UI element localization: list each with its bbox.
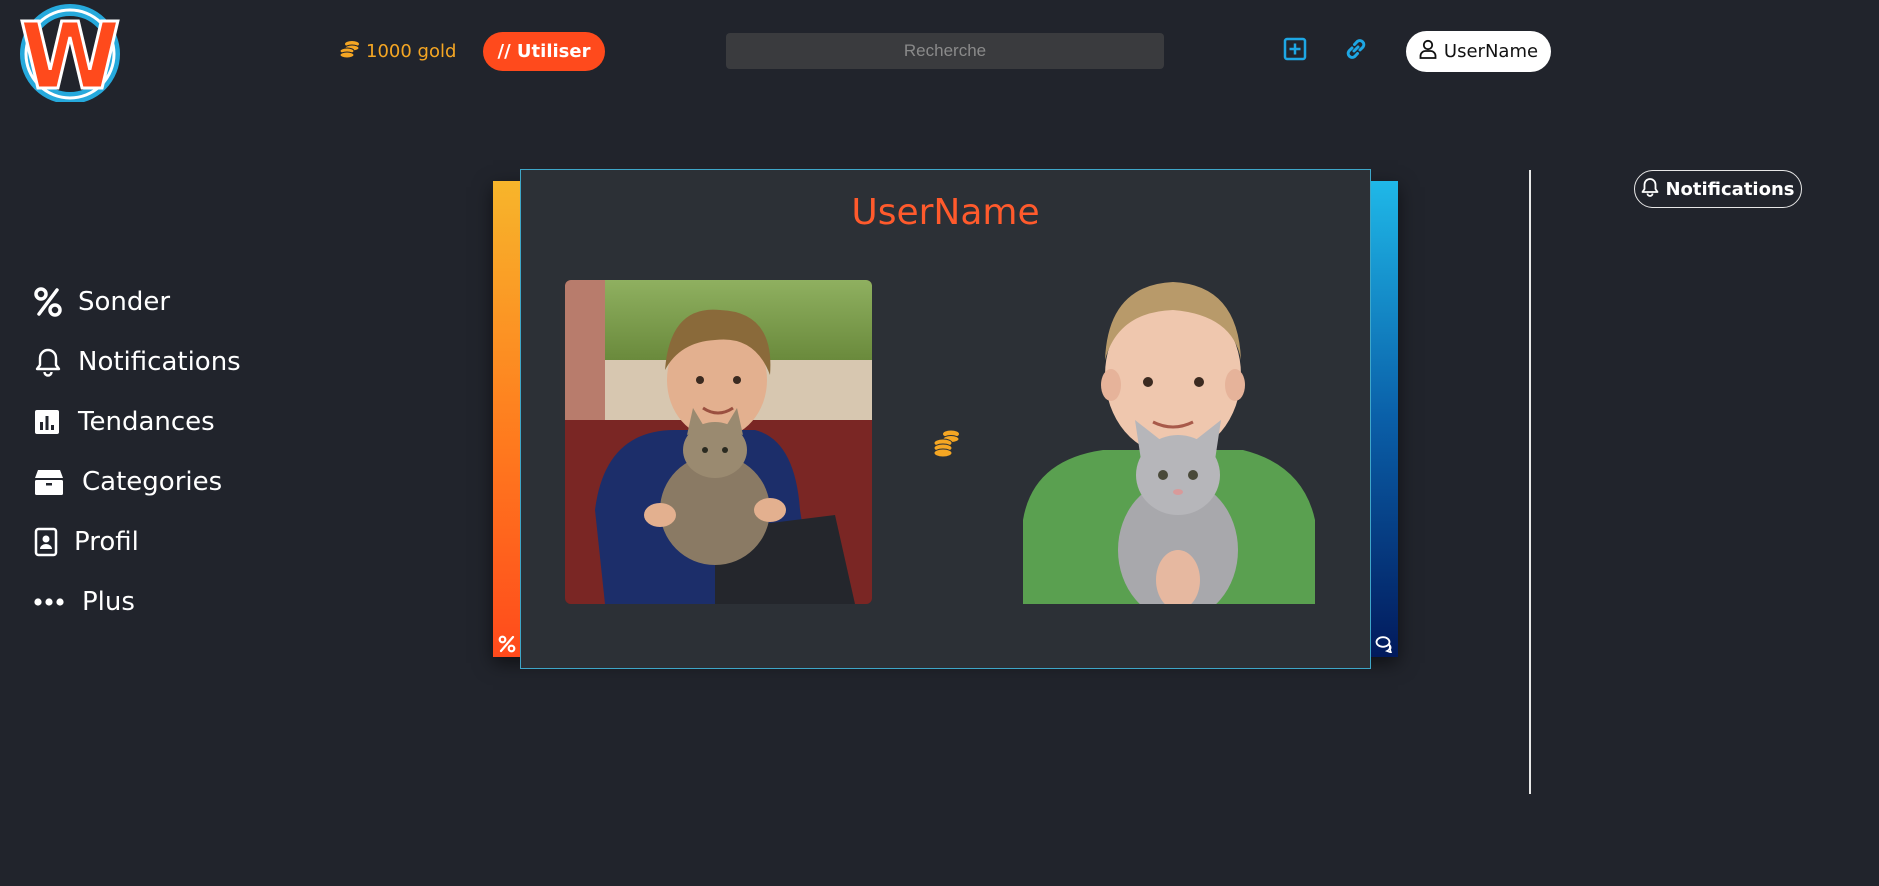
logo-letter: W (19, 3, 120, 102)
more-dots-icon (34, 587, 64, 617)
user-icon (1419, 39, 1437, 64)
gold-amount: 1000 gold (366, 41, 457, 62)
user-menu-button[interactable]: UserName (1406, 31, 1551, 72)
add-button[interactable] (1280, 36, 1310, 66)
option-image-right[interactable] (1023, 280, 1315, 604)
sidebar-item-notifications[interactable]: Notifications (34, 332, 241, 392)
sidebar-item-categories[interactable]: Categories (34, 452, 241, 512)
sidebar-item-label: Profil (74, 527, 139, 557)
sidebar-item-label: Categories (82, 467, 223, 497)
notifications-button-label: Notifications (1665, 178, 1795, 200)
sidebar-item-tendances[interactable]: Tendances (34, 392, 241, 452)
link-button[interactable] (1341, 36, 1371, 66)
sidebar-item-profil[interactable]: Profil (34, 512, 241, 572)
bell-icon (34, 347, 64, 377)
sidebar-item-sonder[interactable]: Sonder (34, 272, 241, 332)
box-icon (34, 467, 64, 497)
coins-icon (339, 40, 360, 63)
option-image-left[interactable] (565, 280, 872, 604)
percent-icon (498, 635, 516, 653)
percent-icon (34, 287, 64, 317)
plus-square-icon (1283, 37, 1307, 65)
sidebar-nav: Sonder Notifications Tendances Categorie… (34, 272, 241, 632)
gold-balance: 1000 gold (339, 40, 457, 63)
coins-icon (932, 428, 962, 458)
id-badge-icon (34, 527, 64, 557)
poll-strip[interactable] (493, 181, 521, 657)
sidebar-item-plus[interactable]: Plus (34, 572, 241, 632)
notifications-button[interactable]: Notifications (1634, 170, 1802, 208)
bell-icon (1641, 177, 1659, 202)
bar-chart-icon (34, 407, 64, 437)
comments-strip[interactable] (1370, 181, 1398, 657)
comments-icon (1375, 635, 1393, 654)
post-author[interactable]: UserName (521, 192, 1370, 233)
column-divider (1529, 170, 1531, 794)
link-icon (1343, 36, 1369, 66)
sidebar-item-label: Tendances (78, 407, 215, 437)
post-card: UserName (520, 169, 1371, 669)
sidebar-item-label: Plus (82, 587, 135, 617)
user-menu-label: UserName (1443, 41, 1539, 62)
search-input[interactable] (726, 33, 1164, 69)
sidebar-item-label: Notifications (78, 347, 241, 377)
app-logo[interactable]: W (12, 2, 128, 112)
sidebar-item-label: Sonder (78, 287, 171, 317)
use-button[interactable]: // Utiliser (483, 32, 605, 71)
